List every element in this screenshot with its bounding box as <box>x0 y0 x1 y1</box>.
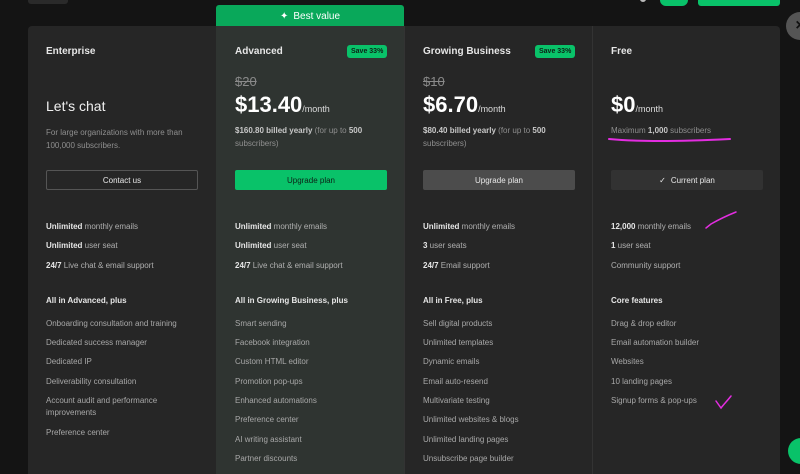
feature-item: Promotion pop-ups <box>235 377 303 386</box>
plan-name: Free <box>611 46 633 57</box>
feature-item: Dedicated success manager <box>46 338 147 347</box>
limit-seats: 1 user seat <box>611 241 651 250</box>
plan-headline: Let's chat <box>46 98 106 114</box>
limit-support: 24/7 Live chat & email support <box>235 261 343 270</box>
feature-item: Unlimited templates <box>423 338 494 347</box>
feature-item: Preference center <box>46 428 110 437</box>
plan-enterprise: Enterprise Let's chat For large organiza… <box>46 26 206 474</box>
feature-item: Multivariate testing <box>423 396 490 405</box>
limit-seats: Unlimited user seat <box>235 241 307 250</box>
feature-item: Onboarding consultation and training <box>46 319 177 328</box>
plan-subtitle: Maximum 1,000 subscribers <box>611 126 712 135</box>
contact-us-button[interactable]: Contact us <box>46 170 198 190</box>
features-heading: All in Growing Business, plus <box>235 296 348 305</box>
plan-growing-business: Growing Business Save 33% $10 $6.70/mont… <box>423 26 578 474</box>
old-price: $20 <box>235 74 257 89</box>
limit-seats: Unlimited user seat <box>46 241 118 250</box>
plan-advanced: Advanced Save 33% $20 $13.40/month $160.… <box>235 26 390 474</box>
save-badge: Save 33% <box>347 45 388 58</box>
plan-subtitle: For large organizations with more than 1… <box>46 128 183 150</box>
feature-item: Facebook integration <box>235 338 310 347</box>
feature-item: Dedicated IP <box>46 357 92 366</box>
billing-toggle[interactable] <box>660 0 688 6</box>
top-action-button[interactable] <box>698 0 780 6</box>
limit-emails: Unlimited monthly emails <box>46 222 139 231</box>
feature-item: Unlimited websites & blogs <box>423 415 519 424</box>
features-heading: Core features <box>611 296 663 305</box>
feature-item: Signup forms & pop-ups <box>611 396 697 405</box>
plan-price: $6.70/month <box>423 92 506 117</box>
features-heading: All in Free, plus <box>423 296 483 305</box>
divider <box>404 26 405 474</box>
limit-emails: Unlimited monthly emails <box>423 222 516 231</box>
divider <box>592 26 593 474</box>
feature-item: Drag & drop editor <box>611 319 677 328</box>
plan-free: Free $0/month Maximum 1,000 subscribers … <box>611 26 766 474</box>
feature-item: Websites <box>611 357 644 366</box>
feature-item: Sell digital products <box>423 319 493 328</box>
info-icon[interactable] <box>640 0 646 2</box>
plan-price: $0/month <box>611 92 663 117</box>
feature-item: Preference center <box>235 415 299 424</box>
feature-item: Unsubscribe page builder <box>423 454 514 463</box>
chat-bubble-icon[interactable] <box>788 438 800 464</box>
plan-name: Growing Business <box>423 46 511 57</box>
features-heading: All in Advanced, plus <box>46 296 127 305</box>
feature-item: Partner discounts <box>235 454 298 463</box>
feature-item: Unlimited landing pages <box>423 435 509 444</box>
close-icon[interactable]: × <box>786 12 800 40</box>
feature-item: Deliverability consultation <box>46 377 137 386</box>
billing-info: $80.40 billed yearly (for up to 500 subs… <box>423 126 546 148</box>
feature-item: 10 landing pages <box>611 377 672 386</box>
plan-name: Enterprise <box>46 46 96 57</box>
check-icon: ✓ <box>659 175 666 185</box>
sparkle-icon: ✦ <box>279 10 289 22</box>
limit-support: 24/7 Email support <box>423 261 490 270</box>
feature-item: Account audit and performance improvemen… <box>46 396 158 417</box>
feature-item: Enhanced automations <box>235 396 317 405</box>
plan-price: $13.40/month <box>235 92 330 117</box>
best-value-badge: ✦ Best value <box>216 5 404 27</box>
feature-item: Dynamic emails <box>423 357 480 366</box>
upgrade-plan-button[interactable]: Upgrade plan <box>235 170 387 190</box>
feature-item: Email auto-resend <box>423 377 488 386</box>
plan-name: Advanced <box>235 46 283 57</box>
limit-support: Community support <box>611 261 681 270</box>
feature-item: AI writing assistant <box>235 435 302 444</box>
save-badge: Save 33% <box>535 45 576 58</box>
billing-info: $160.80 billed yearly (for up to 500 sub… <box>235 126 363 148</box>
limit-seats: 3 user seats <box>423 241 467 250</box>
feature-item: Custom HTML editor <box>235 357 309 366</box>
logo <box>28 0 68 4</box>
upgrade-plan-button[interactable]: Upgrade plan <box>423 170 575 190</box>
current-plan-button[interactable]: ✓ Current plan <box>611 170 763 190</box>
old-price: $10 <box>423 74 445 89</box>
limit-emails: 12,000 monthly emails <box>611 222 692 231</box>
feature-item: Smart sending <box>235 319 287 328</box>
feature-item: Email automation builder <box>611 338 700 347</box>
limit-emails: Unlimited monthly emails <box>235 222 328 231</box>
limit-support: 24/7 Live chat & email support <box>46 261 154 270</box>
